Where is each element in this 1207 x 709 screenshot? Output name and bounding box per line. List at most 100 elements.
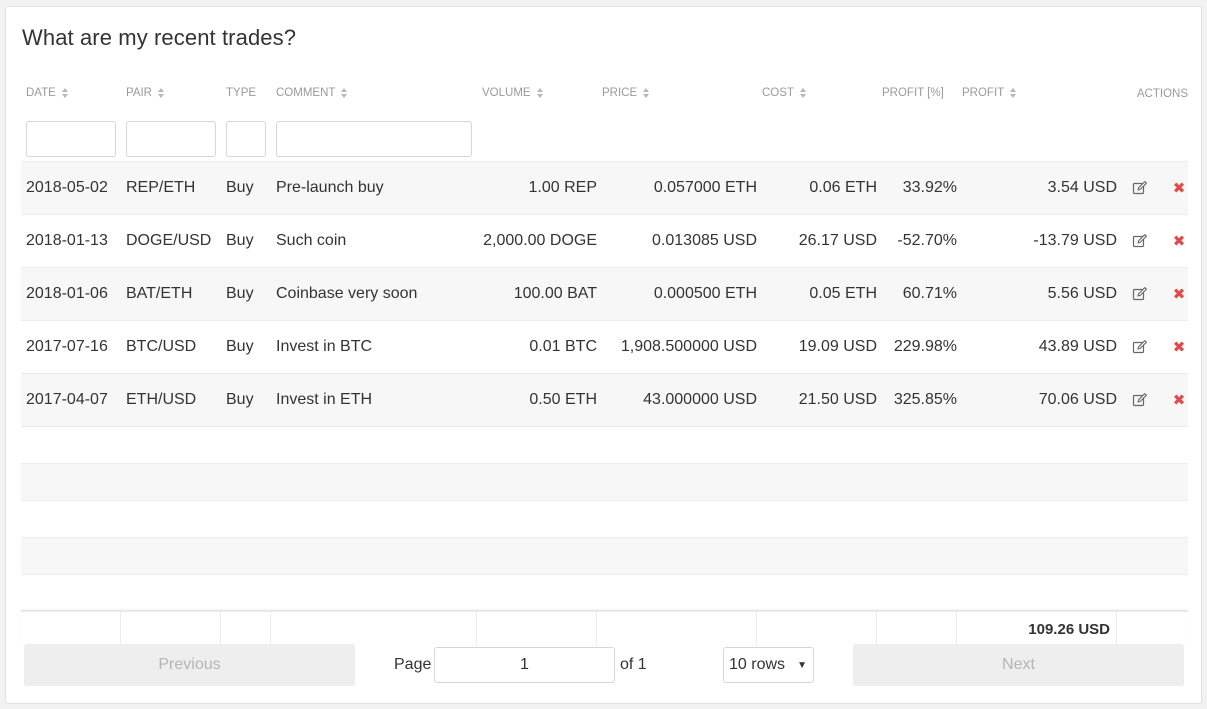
column-header-actions: ACTIONS — [1117, 71, 1188, 115]
table-header: DATE PAIR TYPE COMMENT VOLUME PRICE COST… — [21, 71, 1188, 115]
trade-date: 2018-01-06 — [26, 285, 108, 302]
rows-per-page-select[interactable]: 10 rows ▼ — [723, 647, 814, 683]
trade-price: 0.057000 ETH — [653, 179, 757, 196]
sort-icon — [341, 88, 348, 98]
trades-table: DATE PAIR TYPE COMMENT VOLUME PRICE COST… — [21, 71, 1188, 646]
rows-per-page-value: 10 rows — [729, 656, 786, 673]
trade-price: 0.013085 USD — [652, 232, 757, 249]
trade-comment: Pre-launch buy — [276, 179, 384, 196]
column-header-profit-pct: PROFIT [%] — [877, 71, 957, 115]
delete-icon[interactable]: ✖ — [1172, 181, 1186, 196]
empty-row — [21, 574, 1188, 610]
delete-icon[interactable]: ✖ — [1172, 287, 1186, 302]
trade-comment: Coinbase very soon — [276, 285, 418, 302]
trade-profit: 3.54 USD — [1047, 179, 1117, 196]
table-row: 2018-01-06 BAT/ETH Buy Coinbase very soon 10… — [21, 267, 1188, 320]
trade-volume: 0.50 ETH — [529, 391, 597, 408]
column-header-cost[interactable]: COST — [757, 71, 877, 115]
trade-pair: ETH/USD — [126, 391, 197, 408]
comment-filter-input[interactable] — [276, 121, 472, 157]
trade-cost: 21.50 USD — [798, 391, 877, 408]
footer-cell — [221, 612, 271, 646]
column-header-label: TYPE — [226, 87, 257, 99]
footer-cell — [877, 612, 957, 646]
column-header-label: PROFIT — [962, 87, 1005, 99]
column-header-pair[interactable]: PAIR — [121, 71, 221, 115]
column-header-label: VOLUME — [482, 87, 531, 99]
row-actions: ✖ — [1117, 233, 1188, 249]
column-header-price[interactable]: PRICE — [597, 71, 757, 115]
trade-pair: REP/ETH — [126, 179, 196, 196]
table-body: 2018-05-02 REP/ETH Buy Pre-launch buy 1.00 R… — [21, 161, 1188, 426]
pagination: Previous Page of 1 10 rows ▼ Next — [24, 644, 1185, 688]
sort-icon — [158, 88, 165, 98]
trade-price: 1,908.500000 USD — [620, 338, 757, 355]
column-header-date[interactable]: DATE — [21, 71, 121, 115]
delete-icon[interactable]: ✖ — [1172, 340, 1186, 355]
footer-cell — [597, 612, 757, 646]
edit-icon[interactable] — [1132, 286, 1148, 302]
empty-row — [21, 500, 1188, 537]
trade-profit: 43.89 USD — [1038, 338, 1117, 355]
trade-cost: 0.05 ETH — [809, 285, 877, 302]
footer-row: 109.26 USD — [21, 612, 1188, 646]
previous-button[interactable]: Previous — [24, 644, 355, 686]
trade-type: Buy — [226, 179, 254, 196]
trade-pair: DOGE/USD — [126, 232, 212, 249]
row-actions: ✖ — [1117, 286, 1188, 302]
sort-icon — [61, 88, 69, 98]
edit-icon[interactable] — [1132, 180, 1148, 196]
trade-profit-pct: 229.98% — [893, 338, 957, 355]
trade-type: Buy — [226, 285, 254, 302]
trade-cost: 0.06 ETH — [809, 179, 877, 196]
trade-date: 2017-04-07 — [26, 391, 108, 408]
delete-icon[interactable]: ✖ — [1172, 234, 1186, 249]
row-actions: ✖ — [1117, 180, 1188, 196]
footer-cell — [271, 612, 477, 646]
empty-row — [21, 463, 1188, 500]
table-footer: 109.26 USD — [21, 610, 1188, 646]
type-filter-input[interactable] — [226, 121, 266, 157]
trade-pair: BTC/USD — [126, 338, 197, 355]
date-filter-input[interactable] — [26, 121, 116, 157]
trade-type: Buy — [226, 338, 254, 355]
table-row: 2018-01-13 DOGE/USD Buy Such coin 2,000.00 D… — [21, 214, 1188, 267]
page-label: Page — [394, 656, 432, 673]
column-header-comment[interactable]: COMMENT — [271, 71, 477, 115]
edit-icon[interactable] — [1132, 233, 1148, 249]
edit-icon[interactable] — [1132, 339, 1148, 355]
table-row: 2017-04-07 ETH/USD Buy Invest in ETH 0.50 ET… — [21, 373, 1188, 426]
column-header-label: ACTIONS — [1136, 88, 1188, 100]
delete-icon[interactable]: ✖ — [1172, 393, 1186, 408]
column-header-type: TYPE — [221, 71, 271, 115]
trade-profit: -13.79 USD — [1033, 232, 1117, 249]
trade-cost: 19.09 USD — [798, 338, 877, 355]
trades-card: What are my recent trades? DATE PAIR TYP… — [5, 6, 1202, 704]
column-header-label: PRICE — [602, 87, 638, 99]
column-header-volume[interactable]: VOLUME — [477, 71, 597, 115]
trade-profit-pct: 33.92% — [902, 179, 957, 196]
trade-profit-pct: -52.70% — [897, 232, 957, 249]
next-button[interactable]: Next — [853, 644, 1184, 686]
column-header-label: COST — [762, 87, 794, 99]
table-row: 2018-05-02 REP/ETH Buy Pre-launch buy 1.00 R… — [21, 161, 1188, 214]
trade-comment: Invest in BTC — [276, 338, 373, 355]
trade-type: Buy — [226, 232, 254, 249]
trade-pair: BAT/ETH — [126, 285, 193, 302]
total-profit: 109.26 USD — [957, 612, 1117, 646]
trade-volume: 1.00 REP — [528, 179, 597, 196]
filter-cell — [271, 121, 477, 157]
column-header-profit[interactable]: PROFIT — [957, 71, 1117, 115]
sort-icon — [643, 88, 650, 98]
filter-cell — [121, 121, 221, 157]
trade-cost: 26.17 USD — [798, 232, 877, 249]
pair-filter-input[interactable] — [126, 121, 216, 157]
edit-icon[interactable] — [1132, 392, 1148, 408]
sort-icon — [536, 88, 544, 98]
column-header-label: PROFIT [%] — [882, 87, 944, 99]
sort-icon — [1010, 88, 1017, 98]
footer-cell — [1117, 612, 1188, 646]
footer-cell — [121, 612, 221, 646]
page-number-input[interactable] — [434, 647, 615, 683]
trade-price: 0.000500 ETH — [653, 285, 757, 302]
